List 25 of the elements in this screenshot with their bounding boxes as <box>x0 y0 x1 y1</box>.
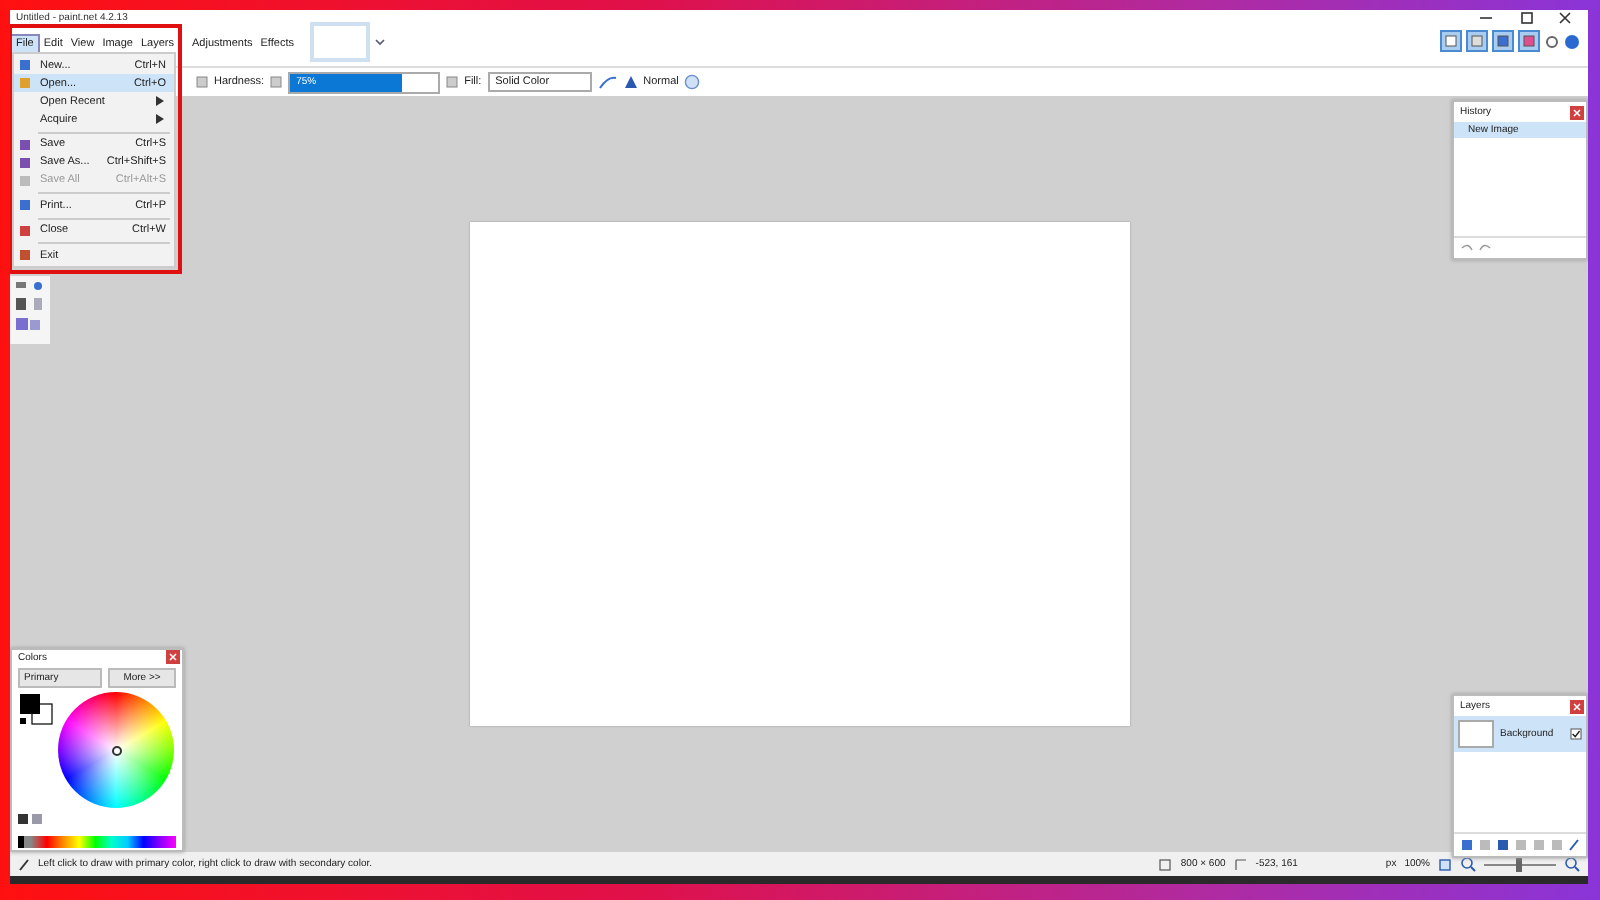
zoom-in-icon[interactable] <box>1564 856 1580 872</box>
redo-icon[interactable] <box>1478 242 1492 254</box>
panel-toggle[interactable] <box>1518 30 1540 52</box>
zoom-slider-thumb[interactable] <box>1516 857 1523 871</box>
zoom-fit-icon[interactable] <box>1438 857 1452 871</box>
palette-strip[interactable] <box>18 835 176 848</box>
panel-toggle[interactable] <box>1466 30 1488 52</box>
close-button[interactable] <box>1570 699 1584 713</box>
undo-icon[interactable] <box>1460 242 1474 254</box>
curve-icon[interactable] <box>597 74 618 90</box>
minimize-icon[interactable] <box>1478 12 1494 24</box>
cursor-icon <box>1233 857 1248 871</box>
close-button[interactable] <box>1570 105 1584 119</box>
chevron-icon[interactable] <box>373 36 386 48</box>
zoom-out-icon[interactable] <box>1460 856 1476 872</box>
image-size-icon <box>1158 857 1173 871</box>
circle-icon[interactable] <box>684 74 701 90</box>
panel-toggle[interactable] <box>1492 30 1514 52</box>
visibility-checkbox[interactable] <box>1570 728 1582 740</box>
close-icon[interactable] <box>1558 12 1574 24</box>
panel-toggle[interactable] <box>1440 30 1462 52</box>
close-button[interactable] <box>166 650 180 665</box>
restore-icon[interactable] <box>1518 12 1534 24</box>
pencil-icon <box>18 857 30 871</box>
layer-tools-drawing[interactable] <box>1460 838 1580 852</box>
